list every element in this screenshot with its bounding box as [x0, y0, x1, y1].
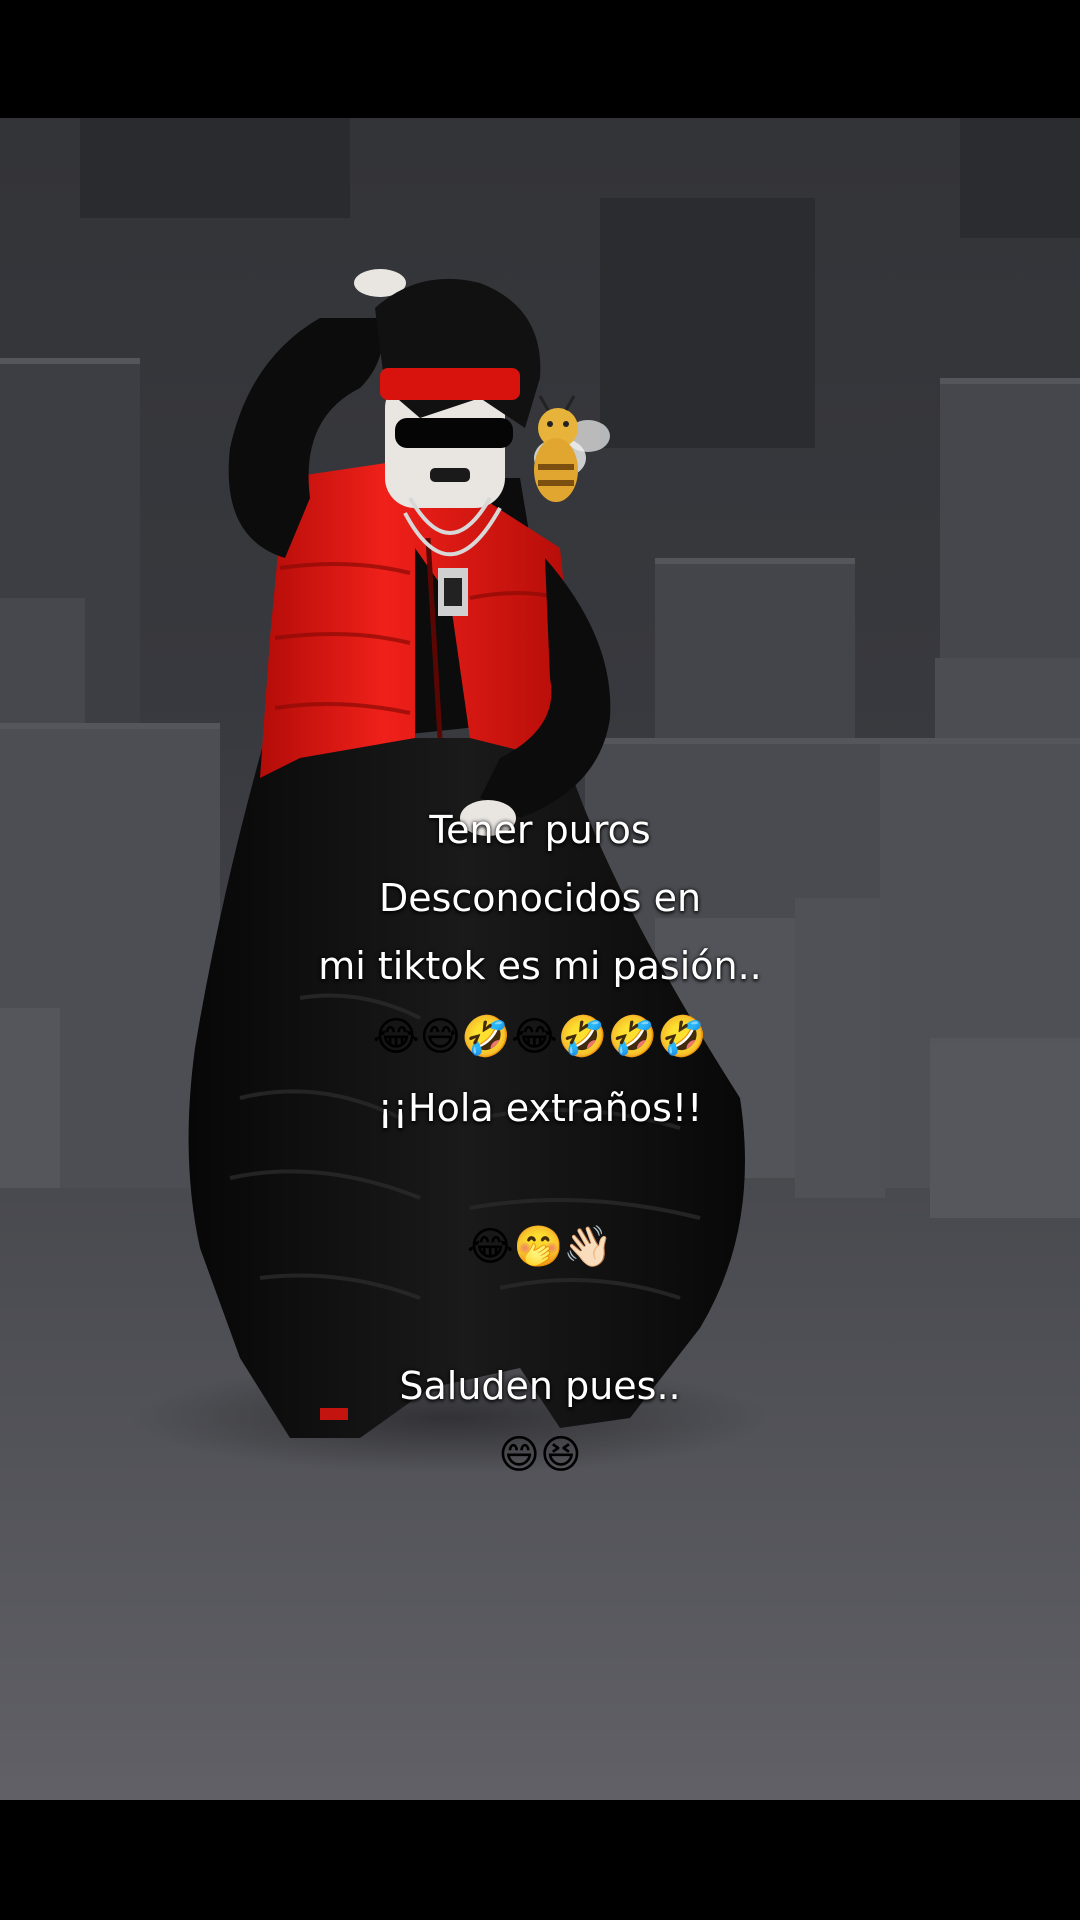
- caption-emoji-row-1: 😂😅🤣😂🤣🤣🤣: [372, 1014, 708, 1060]
- caption-line-5: Saluden pues..: [399, 1364, 681, 1408]
- sunglasses: [395, 418, 513, 448]
- letterbox-bottom: [0, 1800, 1080, 1920]
- caption-line-3: mi tiktok es mi pasión..: [318, 944, 762, 988]
- bee-companion: [534, 395, 610, 502]
- letterbox-top: [0, 0, 1080, 118]
- caption-emoji-row-2: 😂🤭👋🏻: [466, 1224, 614, 1270]
- red-headband: [380, 368, 520, 400]
- caption-line-2: Desconocidos en: [378, 876, 702, 920]
- caption-emoji-row-3: 😄😆: [498, 1432, 582, 1478]
- caption-line-4: ¡¡Hola extraños!!: [377, 1086, 703, 1130]
- caption-line-1: Tener puros: [429, 808, 651, 852]
